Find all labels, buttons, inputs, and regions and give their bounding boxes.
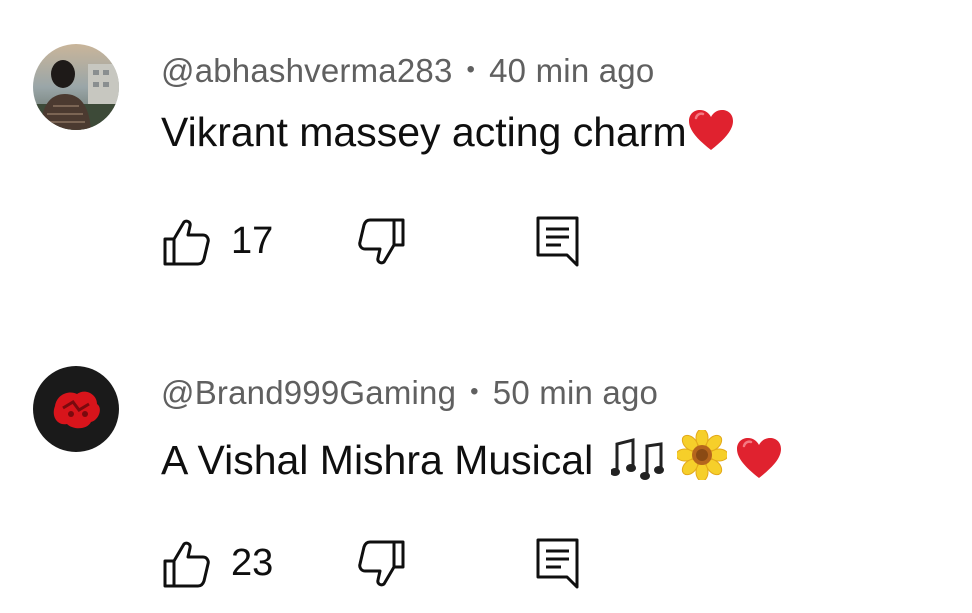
- comment-author[interactable]: @abhashverma283: [161, 52, 453, 89]
- like-button[interactable]: 23: [161, 537, 281, 593]
- comment-meta: @Brand999Gaming • 50 min ago: [161, 374, 658, 412]
- comment-text: A Vishal Mishra Musical: [161, 430, 783, 484]
- gaming-logo-avatar: [33, 366, 119, 452]
- reply-comment-icon: [536, 538, 579, 589]
- comment-time: 40 min ago: [489, 52, 655, 89]
- sunflower-icon: [676, 430, 727, 480]
- avatar-photo: [33, 44, 119, 130]
- comment-time: 50 min ago: [492, 374, 659, 411]
- meta-separator: •: [470, 378, 479, 405]
- thumbs-up-icon: [163, 541, 210, 588]
- like-button[interactable]: 17: [161, 215, 281, 271]
- thumbs-down-icon: [358, 218, 405, 265]
- comment-text-content: A Vishal Mishra Musical: [161, 437, 605, 483]
- red-heart-icon: [735, 436, 783, 480]
- thumbs-up-icon: [163, 219, 210, 266]
- musical-notes-icon: [610, 436, 669, 480]
- comment-author[interactable]: @Brand999Gaming: [161, 374, 456, 411]
- thumbs-down-icon: [358, 540, 405, 587]
- comment-text: Vikrant massey acting charm: [161, 108, 735, 156]
- comment-meta: @abhashverma283 • 40 min ago: [161, 52, 654, 90]
- comment-text-content: Vikrant massey acting charm: [161, 109, 687, 155]
- dislike-button[interactable]: [357, 215, 413, 271]
- like-count: 17: [231, 220, 274, 262]
- dislike-button[interactable]: [357, 537, 413, 593]
- red-heart-icon: [687, 108, 735, 152]
- meta-separator: •: [466, 56, 476, 83]
- avatar[interactable]: [33, 366, 119, 452]
- reply-comment-icon: [536, 216, 579, 267]
- avatar[interactable]: [33, 44, 119, 130]
- reply-button[interactable]: [535, 215, 585, 271]
- reply-button[interactable]: [535, 537, 585, 593]
- like-count: 23: [231, 542, 274, 584]
